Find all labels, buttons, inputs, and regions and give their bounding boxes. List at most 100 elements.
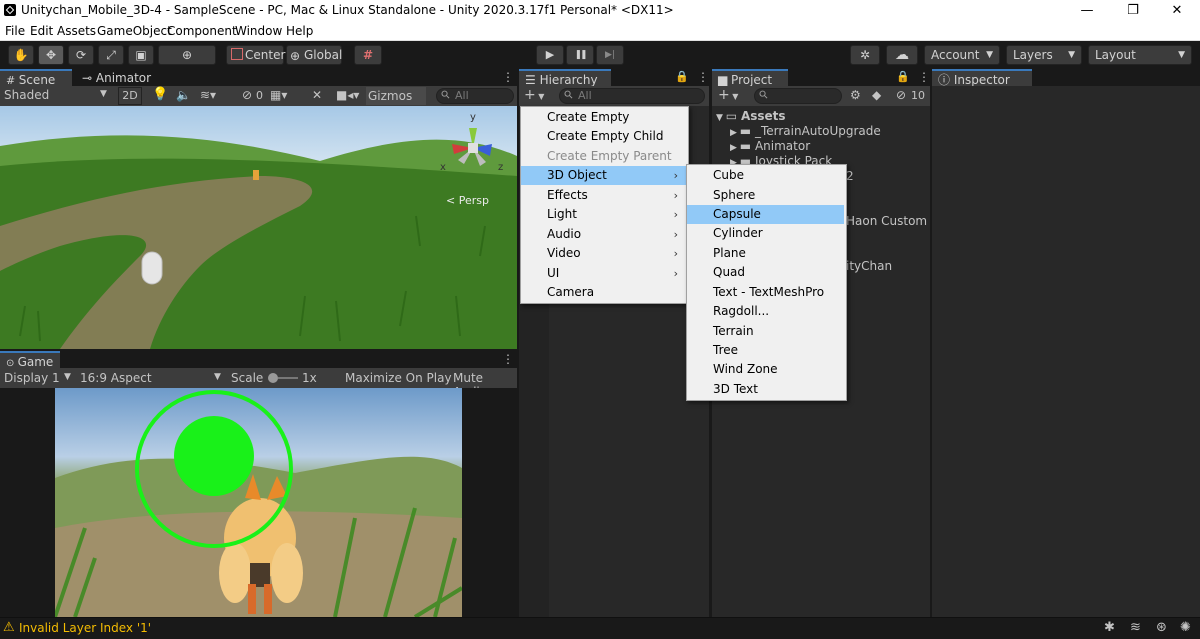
menu-gameobject[interactable]: GameObject bbox=[97, 24, 172, 38]
account-dropdown[interactable]: Account ▼ bbox=[924, 45, 1000, 65]
cloud-icon[interactable]: ☁ bbox=[886, 45, 918, 65]
audio-toggle-icon[interactable]: 🔈 bbox=[176, 88, 191, 102]
aspect-dropdown[interactable]: 16:9 Aspect ▼ bbox=[80, 371, 224, 385]
submenu-item-3d-text[interactable]: 3D Text bbox=[687, 380, 844, 399]
maximize-on-play-toggle[interactable]: Maximize On Play bbox=[345, 371, 452, 385]
scene-search-input[interactable]: All bbox=[436, 88, 514, 104]
menu-item-create-empty[interactable]: Create Empty bbox=[521, 108, 686, 127]
project-tree-item[interactable]: ▶ ▬ Animator bbox=[730, 139, 810, 153]
project-add-button[interactable]: + ▼ bbox=[718, 87, 738, 103]
mode-2d-toggle[interactable]: 2D bbox=[118, 87, 142, 105]
tab-scene[interactable]: # Scene bbox=[0, 69, 72, 87]
game-more-icon[interactable]: ⋮ bbox=[502, 352, 514, 366]
menu-edit[interactable]: Edit bbox=[30, 24, 53, 38]
menu-help[interactable]: Help bbox=[286, 24, 313, 38]
lock-icon[interactable]: 🔒 bbox=[896, 70, 910, 83]
rect-tool-icon[interactable]: ▣ bbox=[128, 45, 154, 65]
submenu-item-textmeshpro[interactable]: Text - TextMeshPro bbox=[687, 283, 844, 302]
globe-icon[interactable]: ⊛ bbox=[1156, 620, 1167, 635]
pause-button[interactable]: ❚❚ bbox=[566, 45, 594, 65]
visibility-toggle-icon[interactable]: ⊘ bbox=[242, 88, 252, 102]
hierarchy-search-input[interactable]: All bbox=[559, 88, 705, 104]
hierarchy-add-button[interactable]: + ▼ bbox=[524, 87, 544, 103]
display-dropdown[interactable]: Display 1 ▼ bbox=[4, 371, 76, 385]
menu-item-audio[interactable]: Audio › bbox=[521, 225, 686, 244]
aspect-label: 16:9 Aspect bbox=[80, 371, 152, 385]
project-more-icon[interactable]: ⋮ bbox=[918, 70, 930, 84]
persp-label[interactable]: < Persp bbox=[446, 194, 489, 207]
minimize-button[interactable]: — bbox=[1064, 0, 1110, 22]
submenu-item-sphere[interactable]: Sphere bbox=[687, 186, 844, 205]
scale-slider-thumb[interactable] bbox=[268, 373, 278, 383]
tab-game[interactable]: ⊙ Game bbox=[0, 351, 60, 369]
pivot-center-toggle[interactable]: Center bbox=[226, 45, 285, 65]
gizmos-dropdown[interactable]: Gizmos ▼ bbox=[366, 87, 426, 121]
filter-label-icon[interactable]: ◆ bbox=[872, 88, 881, 102]
submenu-item-plane[interactable]: Plane bbox=[687, 244, 844, 263]
tab-animator[interactable]: ⊸ Animator bbox=[76, 69, 156, 87]
menu-assets[interactable]: Assets bbox=[57, 24, 96, 38]
menu-file[interactable]: File bbox=[5, 24, 25, 38]
gizmo-y-label: y bbox=[470, 112, 476, 123]
hidden-packages-icon[interactable]: ⊘ bbox=[896, 88, 906, 102]
project-tree-item[interactable]: ▶ ▬ _TerrainAutoUpgrade bbox=[730, 124, 881, 138]
bug-icon[interactable]: ✱ bbox=[1104, 620, 1115, 635]
hand-tool-icon[interactable]: ✋ bbox=[8, 45, 34, 65]
scene-viewport[interactable]: y x z < Persp bbox=[0, 106, 517, 349]
menu-component[interactable]: Component bbox=[167, 24, 237, 38]
tab-project[interactable]: ▆ Project bbox=[712, 69, 788, 87]
grid-snap-icon[interactable]: # bbox=[354, 45, 382, 65]
tab-inspector[interactable]: ⓘ Inspector bbox=[932, 69, 1032, 87]
tab-hierarchy[interactable]: ☰ Hierarchy bbox=[519, 69, 611, 87]
space-global-toggle[interactable]: ⊕ Global bbox=[286, 45, 342, 65]
lock-icon[interactable]: 🔒 bbox=[675, 70, 689, 83]
layout-dropdown[interactable]: Layout ▼ bbox=[1088, 45, 1192, 65]
chevron-right-icon: › bbox=[673, 247, 678, 260]
submenu-item-ragdoll[interactable]: Ragdoll... bbox=[687, 302, 844, 321]
scene-more-icon[interactable]: ⋮ bbox=[502, 70, 514, 84]
submenu-item-wind-zone[interactable]: Wind Zone bbox=[687, 360, 844, 379]
menu-item-camera[interactable]: Camera bbox=[521, 283, 686, 302]
submenu-item-quad[interactable]: Quad bbox=[687, 263, 844, 282]
maximize-button[interactable]: ❐ bbox=[1110, 0, 1156, 22]
menu-item-video[interactable]: Video › bbox=[521, 244, 686, 263]
play-button[interactable]: ▶ bbox=[536, 45, 564, 65]
menu-item-light[interactable]: Light › bbox=[521, 205, 686, 224]
submenu-item-cylinder[interactable]: Cylinder bbox=[687, 224, 844, 243]
menu-item-3d-object[interactable]: 3D Object › bbox=[521, 166, 686, 185]
menu-window[interactable]: Window bbox=[235, 24, 282, 38]
orientation-gizmo[interactable]: y x z bbox=[440, 112, 506, 178]
collapse-arrow-icon: ▶ bbox=[730, 143, 740, 153]
submenu-item-terrain[interactable]: Terrain bbox=[687, 322, 844, 341]
collab-icon[interactable]: ✲ bbox=[850, 45, 880, 65]
filter-type-icon[interactable]: ⚙ bbox=[850, 88, 861, 102]
transform-tool-icon[interactable]: ⊕ bbox=[158, 45, 216, 65]
layers-dropdown[interactable]: Layers ▼ bbox=[1006, 45, 1082, 65]
lighting-toggle-icon[interactable]: 💡 bbox=[152, 87, 168, 102]
game-viewport[interactable] bbox=[55, 388, 462, 617]
submenu-item-cube[interactable]: Cube bbox=[687, 166, 844, 185]
spider-icon[interactable]: ✺ bbox=[1180, 620, 1191, 635]
menu-item-create-empty-child[interactable]: Create Empty Child bbox=[521, 127, 686, 146]
menu-item-effects[interactable]: Effects › bbox=[521, 186, 686, 205]
submenu-item-capsule[interactable]: Capsule bbox=[687, 205, 844, 224]
hierarchy-more-icon[interactable]: ⋮ bbox=[697, 70, 709, 84]
menu-item-ui[interactable]: UI › bbox=[521, 264, 686, 283]
scale-tool-icon[interactable]: ⤢ bbox=[98, 45, 124, 65]
project-item-label: _TerrainAutoUpgrade bbox=[754, 124, 881, 138]
stack-icon[interactable]: ≋ bbox=[1130, 620, 1141, 635]
submenu-item-tree[interactable]: Tree bbox=[687, 341, 844, 360]
step-button[interactable]: ▶| bbox=[596, 45, 624, 65]
grid-toggle-icon[interactable]: ▦▾ bbox=[270, 88, 287, 102]
rotate-tool-icon[interactable]: ⟳ bbox=[68, 45, 94, 65]
move-tool-icon[interactable]: ✥ bbox=[38, 45, 64, 65]
shading-mode-dropdown[interactable]: Shaded ▼ bbox=[4, 88, 110, 102]
project-search-input[interactable] bbox=[754, 88, 842, 104]
effects-toggle-icon[interactable]: ≋▾ bbox=[200, 88, 216, 102]
status-warning-message[interactable]: Invalid Layer Index '1' bbox=[19, 621, 151, 635]
close-button[interactable]: ✕ bbox=[1154, 0, 1200, 22]
camera-icon[interactable]: ■◂▾ bbox=[336, 88, 359, 102]
tools-toggle-icon[interactable]: ✕ bbox=[312, 88, 322, 102]
scale-slider[interactable] bbox=[268, 373, 298, 383]
project-tree-assets[interactable]: ▼ ▭ Assets bbox=[716, 109, 786, 123]
